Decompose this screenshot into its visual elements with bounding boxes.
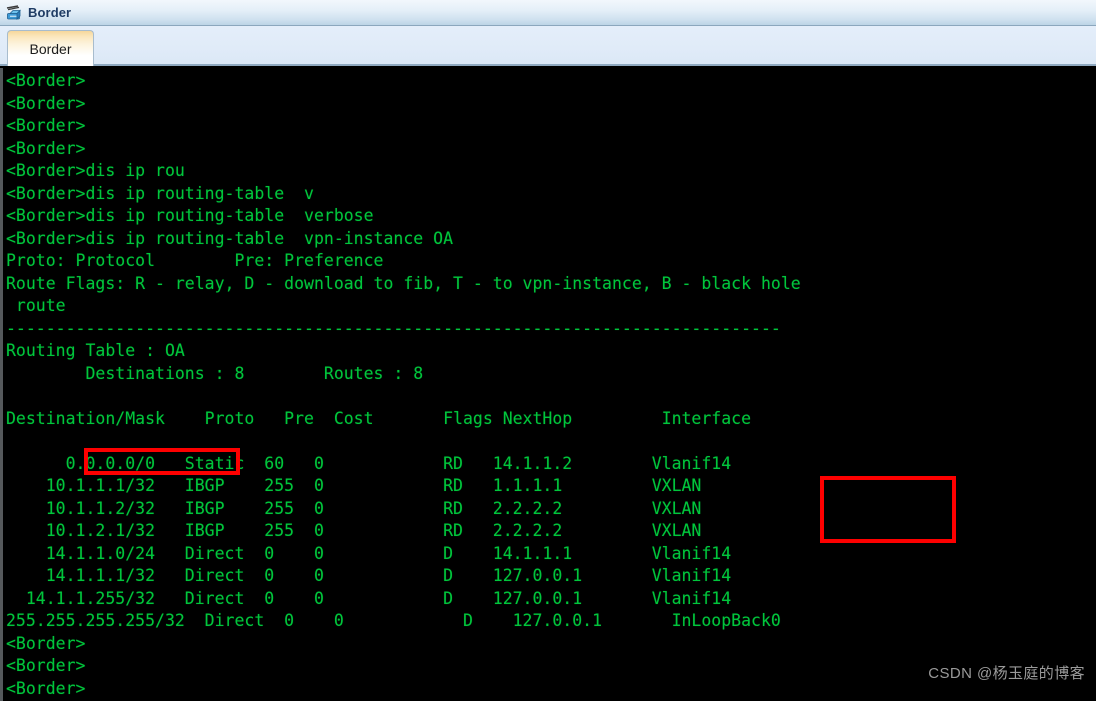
window-titlebar: Border xyxy=(0,0,1096,26)
tab-strip: Border xyxy=(0,26,1096,66)
terminal-output-pane[interactable]: <Border> <Border> <Border> <Border> <Bor… xyxy=(0,68,1096,701)
terminal-text: <Border> <Border> <Border> <Border> <Bor… xyxy=(6,71,801,698)
router-device-icon xyxy=(5,4,23,22)
watermark: CSDN @杨玉庭的博客 xyxy=(928,665,1085,682)
window-title: Border xyxy=(28,5,72,20)
tab-label: Border xyxy=(29,40,72,57)
tab-border[interactable]: Border xyxy=(7,30,94,66)
terminal-window: Border Border <Border> <Border> <Border>… xyxy=(0,0,1096,701)
